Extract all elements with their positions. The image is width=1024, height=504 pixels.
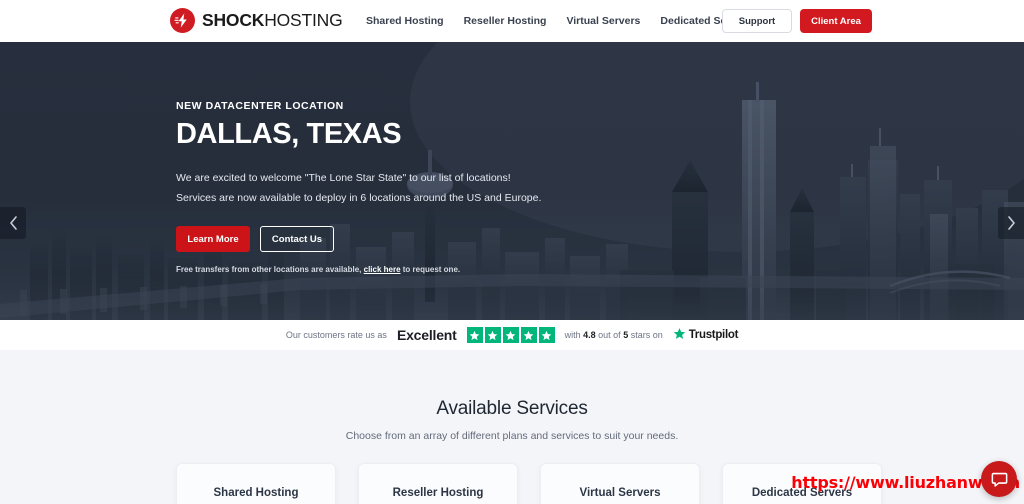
logo-word-light: HOSTING xyxy=(264,9,343,30)
trustpilot-logo-text: Trustpilot xyxy=(688,329,739,341)
trustpilot-tail-middle: out of xyxy=(595,330,624,340)
hero-note-link[interactable]: click here xyxy=(364,265,401,274)
service-card-label: Shared Hosting xyxy=(213,487,299,499)
logo-word-bold: SHOCK xyxy=(202,9,265,30)
carousel-next-button[interactable] xyxy=(998,207,1024,239)
service-card-shared-hosting[interactable]: Shared Hosting xyxy=(176,463,336,504)
trustpilot-score: 4.8 xyxy=(583,330,596,340)
star-icon xyxy=(466,327,483,343)
support-button[interactable]: Support xyxy=(722,9,792,33)
services-title: Available Services xyxy=(436,398,588,419)
lightning-bolt-circle-icon xyxy=(170,8,195,33)
star-icon xyxy=(520,327,537,343)
service-card-list: Shared Hosting Reseller Hosting Virtual … xyxy=(176,463,882,504)
main-navigation: Shared Hosting Reseller Hosting Virtual … xyxy=(366,0,752,42)
trustpilot-rating-word: Excellent xyxy=(396,327,457,343)
page-root: SHOCKHOSTING Shared Hosting Reseller Hos… xyxy=(0,0,1024,504)
hero-subtitle-line-1: We are excited to welcome "The Lone Star… xyxy=(176,172,511,185)
contact-us-button[interactable]: Contact Us xyxy=(260,226,334,253)
hero-transfer-note: Free transfers from other locations are … xyxy=(176,265,596,274)
header-actions: Support Client Area xyxy=(722,9,872,33)
hero-subtitle: We are excited to welcome "The Lone Star… xyxy=(176,169,596,208)
chevron-right-icon xyxy=(1006,215,1017,231)
trustpilot-score-text: with 4.8 out of 5 stars on xyxy=(565,330,663,340)
nav-item-reseller-hosting[interactable]: Reseller Hosting xyxy=(464,15,547,27)
live-chat-button[interactable] xyxy=(981,461,1017,497)
hero-button-group: Learn More Contact Us xyxy=(176,226,596,253)
hero-eyebrow: NEW DATACENTER LOCATION xyxy=(176,100,344,112)
service-card-virtual-servers[interactable]: Virtual Servers xyxy=(540,463,700,504)
hero-note-before: Free transfers from other locations are … xyxy=(176,265,364,275)
trustpilot-stars xyxy=(466,327,555,343)
nav-item-shared-hosting[interactable]: Shared Hosting xyxy=(366,15,444,27)
hero-subtitle-line-2: Services are now available to deploy in … xyxy=(176,191,542,204)
service-card-reseller-hosting[interactable]: Reseller Hosting xyxy=(358,463,518,504)
star-icon xyxy=(502,327,519,343)
chat-bubble-icon xyxy=(990,470,1009,489)
trustpilot-lead-text: Our customers rate us as xyxy=(285,330,387,340)
carousel-prev-button[interactable] xyxy=(0,207,26,239)
hero-note-after: to request one. xyxy=(400,265,461,275)
client-area-button[interactable]: Client Area xyxy=(800,9,872,33)
trustpilot-rating-bar: Our customers rate us as Excellent with … xyxy=(0,320,1024,350)
site-header: SHOCKHOSTING Shared Hosting Reseller Hos… xyxy=(0,0,1024,42)
trustpilot-tail-before: with xyxy=(564,330,584,340)
nav-item-virtual-servers[interactable]: Virtual Servers xyxy=(566,15,640,27)
trustpilot-star-icon xyxy=(673,327,686,343)
trustpilot-logo[interactable]: Trustpilot xyxy=(673,327,738,343)
services-subtitle: Choose from an array of different plans … xyxy=(345,430,679,442)
site-logo[interactable]: SHOCKHOSTING xyxy=(170,8,343,33)
trustpilot-tail-after: stars on xyxy=(628,330,663,340)
hero-title: DALLAS, TEXAS xyxy=(176,118,402,150)
hero-text-block: NEW DATACENTER LOCATION DALLAS, TEXAS We… xyxy=(176,100,596,274)
service-card-label: Reseller Hosting xyxy=(392,487,484,499)
star-icon xyxy=(484,327,501,343)
learn-more-button[interactable]: Learn More xyxy=(176,226,250,253)
service-card-label: Virtual Servers xyxy=(579,487,661,499)
hero-carousel: NEW DATACENTER LOCATION DALLAS, TEXAS We… xyxy=(0,42,1024,320)
star-icon xyxy=(538,327,555,343)
logo-wordmark: SHOCKHOSTING xyxy=(202,9,343,30)
chevron-left-icon xyxy=(8,215,19,231)
